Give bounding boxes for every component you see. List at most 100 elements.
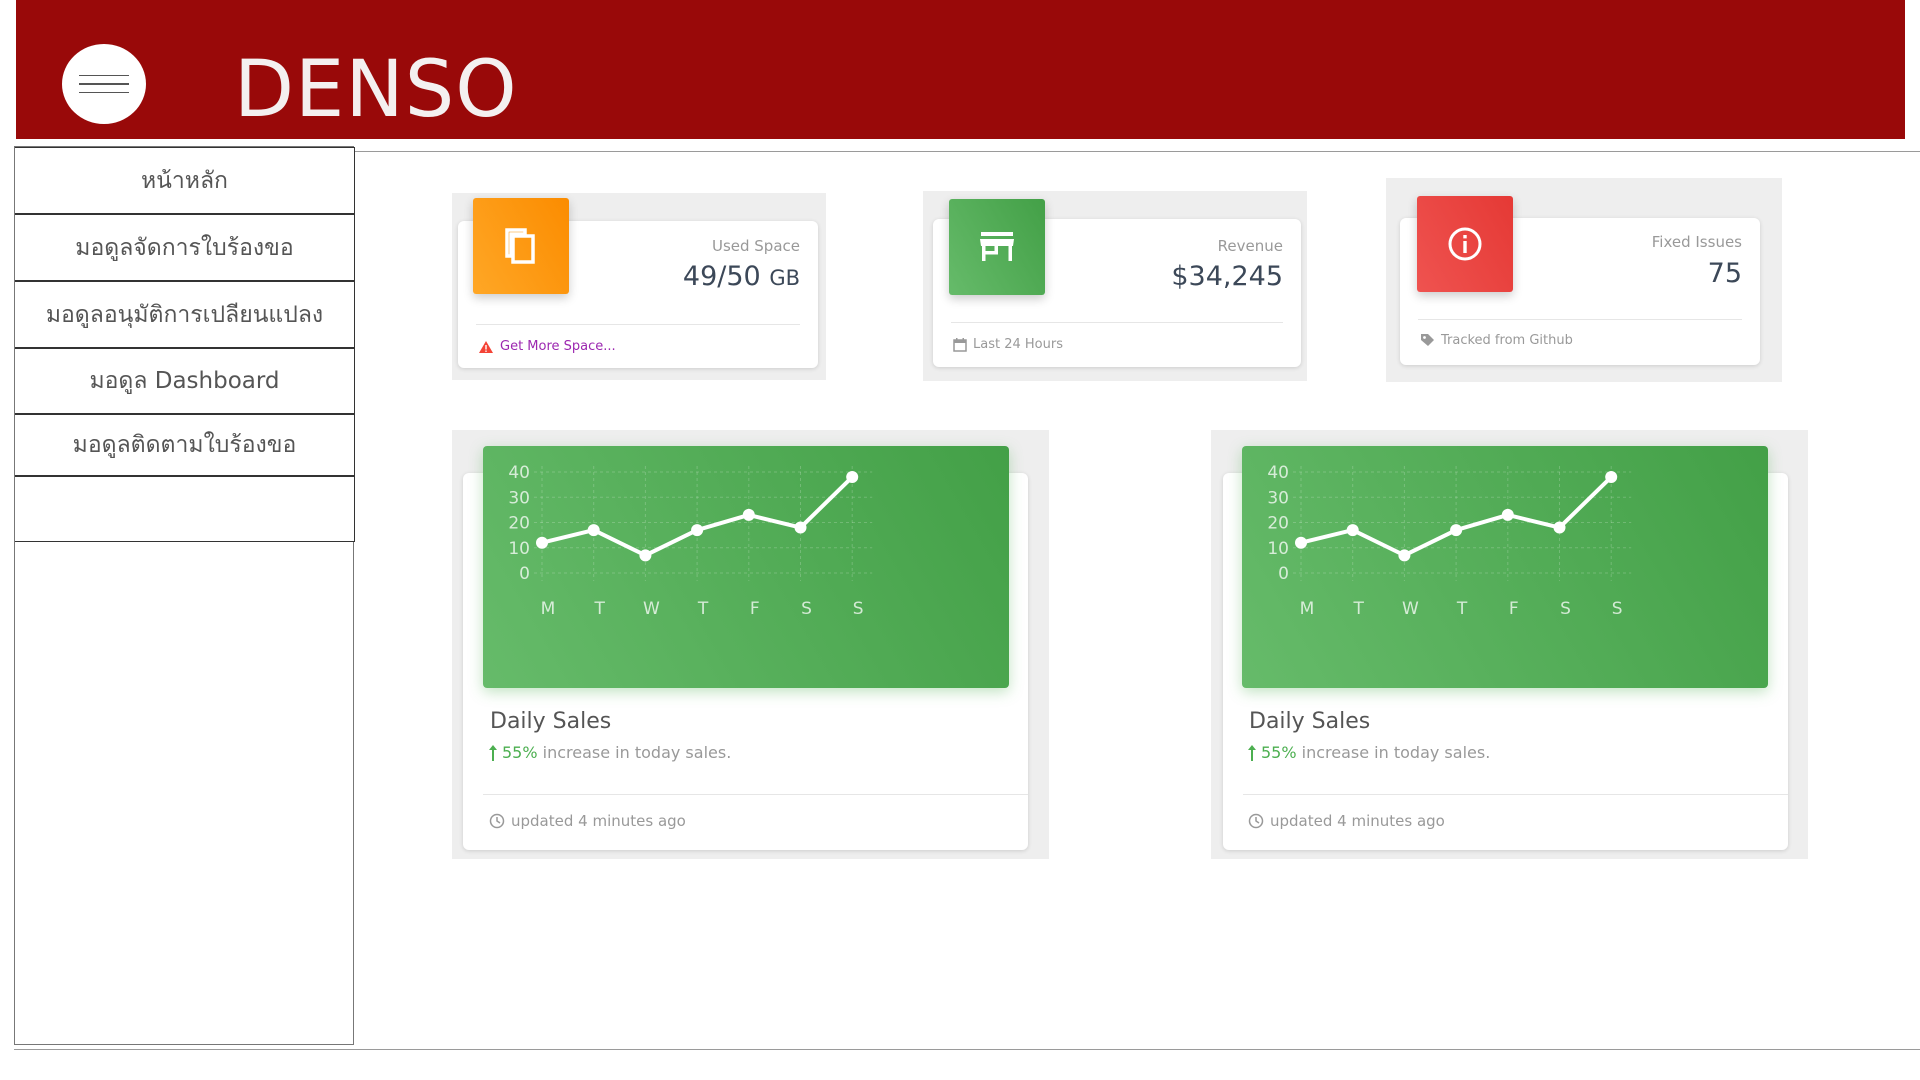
x-tick-label: F xyxy=(1509,599,1519,619)
stat-icon-box xyxy=(949,199,1045,295)
sidebar-item-label: มอดูลอนุมัติการเปลียนแปลง xyxy=(45,301,324,328)
x-tick-label: S xyxy=(1560,599,1571,619)
x-tick-label: S xyxy=(801,599,812,619)
chart-footer: updated 4 minutes ago xyxy=(1248,812,1445,830)
x-tick-label: S xyxy=(1612,599,1623,619)
stat-value-number: 49/50 xyxy=(682,261,761,292)
stat-panel-used-space: Used Space 49/50 GB Get More Space... xyxy=(452,193,826,380)
sidebar-item-empty[interactable] xyxy=(15,476,355,542)
x-tick-label: T xyxy=(1353,599,1365,619)
sidebar-item-dashboard[interactable]: มอดูล Dashboard xyxy=(15,348,355,414)
x-tick-label: F xyxy=(750,599,760,619)
x-tick-label: W xyxy=(1402,599,1419,619)
data-point xyxy=(794,521,807,534)
sidebar-item-label: มอดูล Dashboard xyxy=(89,368,280,394)
stat-footer-text: Last 24 Hours xyxy=(973,337,1063,352)
info-icon xyxy=(1448,227,1482,261)
stat-panel-revenue: Revenue $34,245 Last 24 Hours xyxy=(923,191,1307,381)
tag-icon xyxy=(1421,334,1434,346)
stat-divider xyxy=(476,324,800,325)
chart-grid xyxy=(534,466,873,581)
x-tick-label: S xyxy=(853,599,864,619)
sidebar: หน้าหลัก มอดูลจัดการใบร้องขอ มอดูลอนุมัต… xyxy=(14,146,355,1045)
stat-panel-fixed-issues: Fixed Issues 75 Tracked from Github xyxy=(1386,178,1782,382)
sidebar-item-home[interactable]: หน้าหลัก xyxy=(15,147,355,214)
stat-divider xyxy=(1418,319,1742,320)
chart-subtitle: 55% increase in today sales. xyxy=(1247,743,1490,762)
stat-footer: Last 24 Hours xyxy=(953,337,1063,352)
sidebar-item-label: มอดูลติดตามใบร้องขอ xyxy=(72,432,297,458)
y-tick-label: 10 xyxy=(508,539,530,559)
stat-value: 49/50 GB xyxy=(683,261,800,292)
data-point xyxy=(846,471,859,484)
x-tick-label: T xyxy=(697,599,709,619)
content-top-divider xyxy=(355,151,1920,152)
y-tick-label: 20 xyxy=(1267,514,1289,534)
chart-title: Daily Sales xyxy=(490,709,612,734)
data-point xyxy=(1501,508,1514,521)
hamburger-icon-line xyxy=(79,83,129,85)
stat-footer-text: Tracked from Github xyxy=(1441,333,1573,348)
sidebar-item-change-approval[interactable]: มอดูลอนุมัติการเปลียนแปลง xyxy=(15,281,355,348)
store-icon xyxy=(980,232,1014,261)
chart-updated-text: updated 4 minutes ago xyxy=(511,812,686,830)
daily-sales-line-chart: 40 30 20 10 0M T W T F S S xyxy=(508,463,873,619)
chart-grid xyxy=(1293,466,1632,581)
increase-percent: 55% xyxy=(1261,743,1297,762)
arrow-up-icon xyxy=(1248,744,1256,761)
stat-value-unit: GB xyxy=(769,266,800,290)
menu-toggle-button[interactable] xyxy=(62,44,146,124)
data-point xyxy=(1605,471,1618,484)
warning-icon xyxy=(479,340,493,353)
stat-label: Used Space xyxy=(711,237,800,255)
sidebar-item-request-management[interactable]: มอดูลจัดการใบร้องขอ xyxy=(15,214,355,281)
chart-panel-daily-sales-2: Daily Sales 55% increase in today sales.… xyxy=(1211,430,1808,859)
chart-subtitle: 55% increase in today sales. xyxy=(488,743,731,762)
chart-panel-daily-sales: Daily Sales 55% increase in today sales.… xyxy=(452,430,1049,859)
chart-header: 40 30 20 10 0 M T W T F S S xyxy=(483,446,1009,688)
hamburger-icon-line xyxy=(79,91,129,94)
stat-label: Revenue xyxy=(1217,237,1283,255)
y-tick-label: 10 xyxy=(1267,539,1289,559)
chart-updated-text: updated 4 minutes ago xyxy=(1270,812,1445,830)
data-point xyxy=(1398,549,1411,562)
y-tick-label: 20 xyxy=(508,514,530,534)
stat-value: 75 xyxy=(1707,258,1742,289)
stat-label: Fixed Issues xyxy=(1651,233,1742,251)
y-tick-label: 0 xyxy=(519,564,530,584)
stat-icon-box xyxy=(473,198,569,294)
data-point xyxy=(1295,536,1307,549)
x-tick-label: W xyxy=(643,599,660,619)
x-tick-label: T xyxy=(594,599,606,619)
x-tick-label: M xyxy=(1300,599,1315,619)
y-tick-label: 40 xyxy=(508,463,530,483)
increase-text: increase in today sales. xyxy=(1296,743,1491,762)
clock-icon xyxy=(489,813,505,829)
data-point xyxy=(691,524,704,537)
get-more-space-link[interactable]: Get More Space... xyxy=(500,339,616,354)
data-point xyxy=(742,508,755,521)
calendar-icon xyxy=(953,337,967,352)
chart-divider xyxy=(1243,794,1788,795)
clock-icon xyxy=(1248,813,1264,829)
data-point xyxy=(1450,524,1463,537)
x-tick-label: T xyxy=(1456,599,1468,619)
data-point xyxy=(536,536,548,549)
stat-footer: Tracked from Github xyxy=(1420,333,1573,348)
chart-header: 40 30 20 10 0 M T W T F S S xyxy=(1242,446,1768,688)
increase-text: increase in today sales. xyxy=(537,743,732,762)
data-point xyxy=(1553,521,1566,534)
chart-footer: updated 4 minutes ago xyxy=(489,812,686,830)
y-tick-label: 0 xyxy=(1278,564,1289,584)
y-tick-label: 30 xyxy=(1267,488,1289,508)
hamburger-icon xyxy=(79,74,129,77)
stat-footer: Get More Space... xyxy=(478,339,616,354)
sidebar-item-label: หน้าหลัก xyxy=(141,167,228,194)
sidebar-item-label: มอดูลจัดการใบร้องขอ xyxy=(75,234,294,261)
chart-title: Daily Sales xyxy=(1249,709,1371,734)
copy-icon xyxy=(505,228,535,264)
sidebar-item-request-tracking[interactable]: มอดูลติดตามใบร้องขอ xyxy=(15,414,355,476)
increase-percent: 55% xyxy=(502,743,538,762)
data-point xyxy=(639,549,652,562)
content-bottom-divider xyxy=(14,1049,1920,1050)
